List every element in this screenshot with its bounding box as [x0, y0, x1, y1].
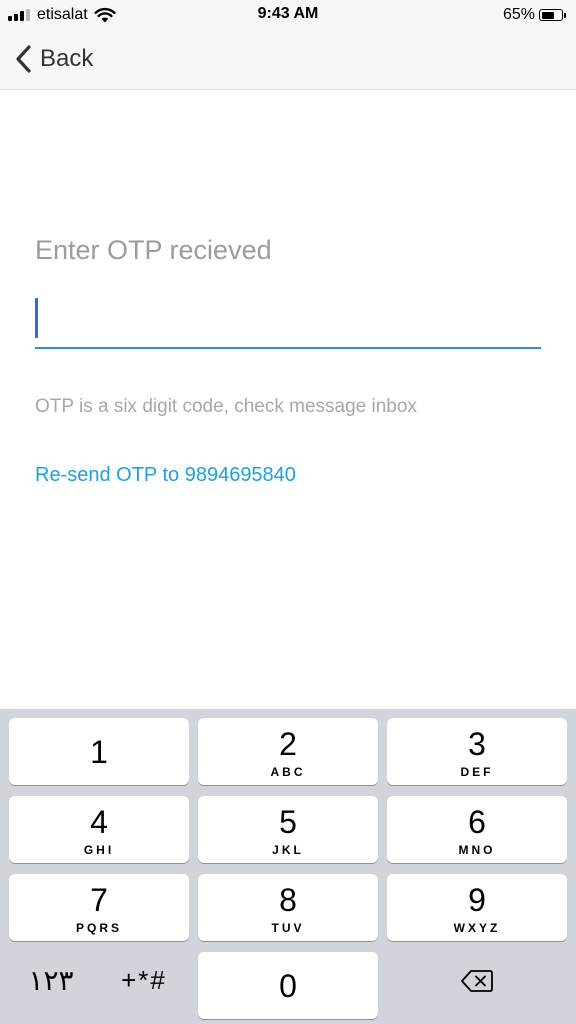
status-right: 65% [503, 5, 566, 25]
key-digit: 1 [90, 734, 108, 770]
key-0[interactable]: 0 [198, 952, 378, 1019]
battery-icon [539, 9, 563, 21]
resend-otp-link[interactable]: Re-send OTP to 9894695840 [35, 464, 296, 487]
otp-hint: OTP is a six digit code, check message i… [35, 396, 417, 417]
arabic-digits-key[interactable]: ١٢٣ [9, 947, 93, 1014]
symbols-label: +*# [121, 965, 167, 995]
key-digit: 5 [279, 804, 297, 840]
key-letters: MNO [458, 843, 496, 857]
otp-screen: etisalat 9:43 AM 65% Back Enter OTP reci… [0, 0, 576, 1024]
otp-input[interactable] [35, 292, 541, 345]
key-digit: 9 [468, 882, 486, 918]
key-4[interactable]: 4 GHI [9, 796, 189, 863]
battery-percent: 65% [502, 6, 535, 23]
key-letters: PQRS [75, 921, 122, 935]
back-button[interactable]: Back [14, 42, 93, 76]
delete-key[interactable] [387, 947, 567, 1014]
key-digit: 8 [279, 882, 297, 918]
key-2[interactable]: 2 ABC [198, 718, 378, 785]
key-3[interactable]: 3 DEF [387, 718, 567, 785]
key-letters: GHI [83, 843, 115, 857]
battery-fill [541, 11, 554, 19]
key-6[interactable]: 6 MNO [387, 796, 567, 863]
key-letters: DEF [460, 765, 494, 779]
key-1[interactable]: 1 [9, 718, 189, 785]
back-label: Back [40, 45, 94, 72]
key-letters: TUV [271, 921, 305, 935]
otp-title: Enter OTP recieved [35, 235, 272, 265]
key-5[interactable]: 5 JKL [198, 796, 378, 863]
key-digit: 2 [279, 726, 297, 762]
key-9[interactable]: 9 WXYZ [387, 874, 567, 941]
backspace-icon [461, 970, 493, 992]
key-8[interactable]: 8 TUV [198, 874, 378, 941]
key-digit: 0 [279, 968, 297, 1004]
arabic-digits-label: ١٢٣ [28, 965, 74, 996]
chevron-left-icon [16, 45, 31, 73]
key-letters: JKL [272, 843, 304, 857]
key-digit: 3 [468, 726, 486, 762]
key-digit: 6 [468, 804, 486, 840]
symbols-key[interactable]: +*# [96, 947, 192, 1014]
battery-cap [564, 12, 566, 18]
key-letters: ABC [270, 765, 306, 779]
key-digit: 7 [90, 882, 108, 918]
status-time: 9:43 AM [257, 5, 319, 22]
text-caret [35, 298, 38, 338]
status-bar: etisalat 9:43 AM 65% [0, 0, 576, 30]
nav-bar: Back [0, 30, 576, 90]
key-digit: 4 [90, 804, 108, 840]
key-7[interactable]: 7 PQRS [9, 874, 189, 941]
key-letters: WXYZ [453, 921, 501, 935]
numeric-keypad: 1 2 ABC 3 DEF 4 GHI 5 JKL 6 MNO 7 PQRS 8… [0, 709, 576, 1024]
otp-input-field[interactable] [35, 292, 541, 349]
